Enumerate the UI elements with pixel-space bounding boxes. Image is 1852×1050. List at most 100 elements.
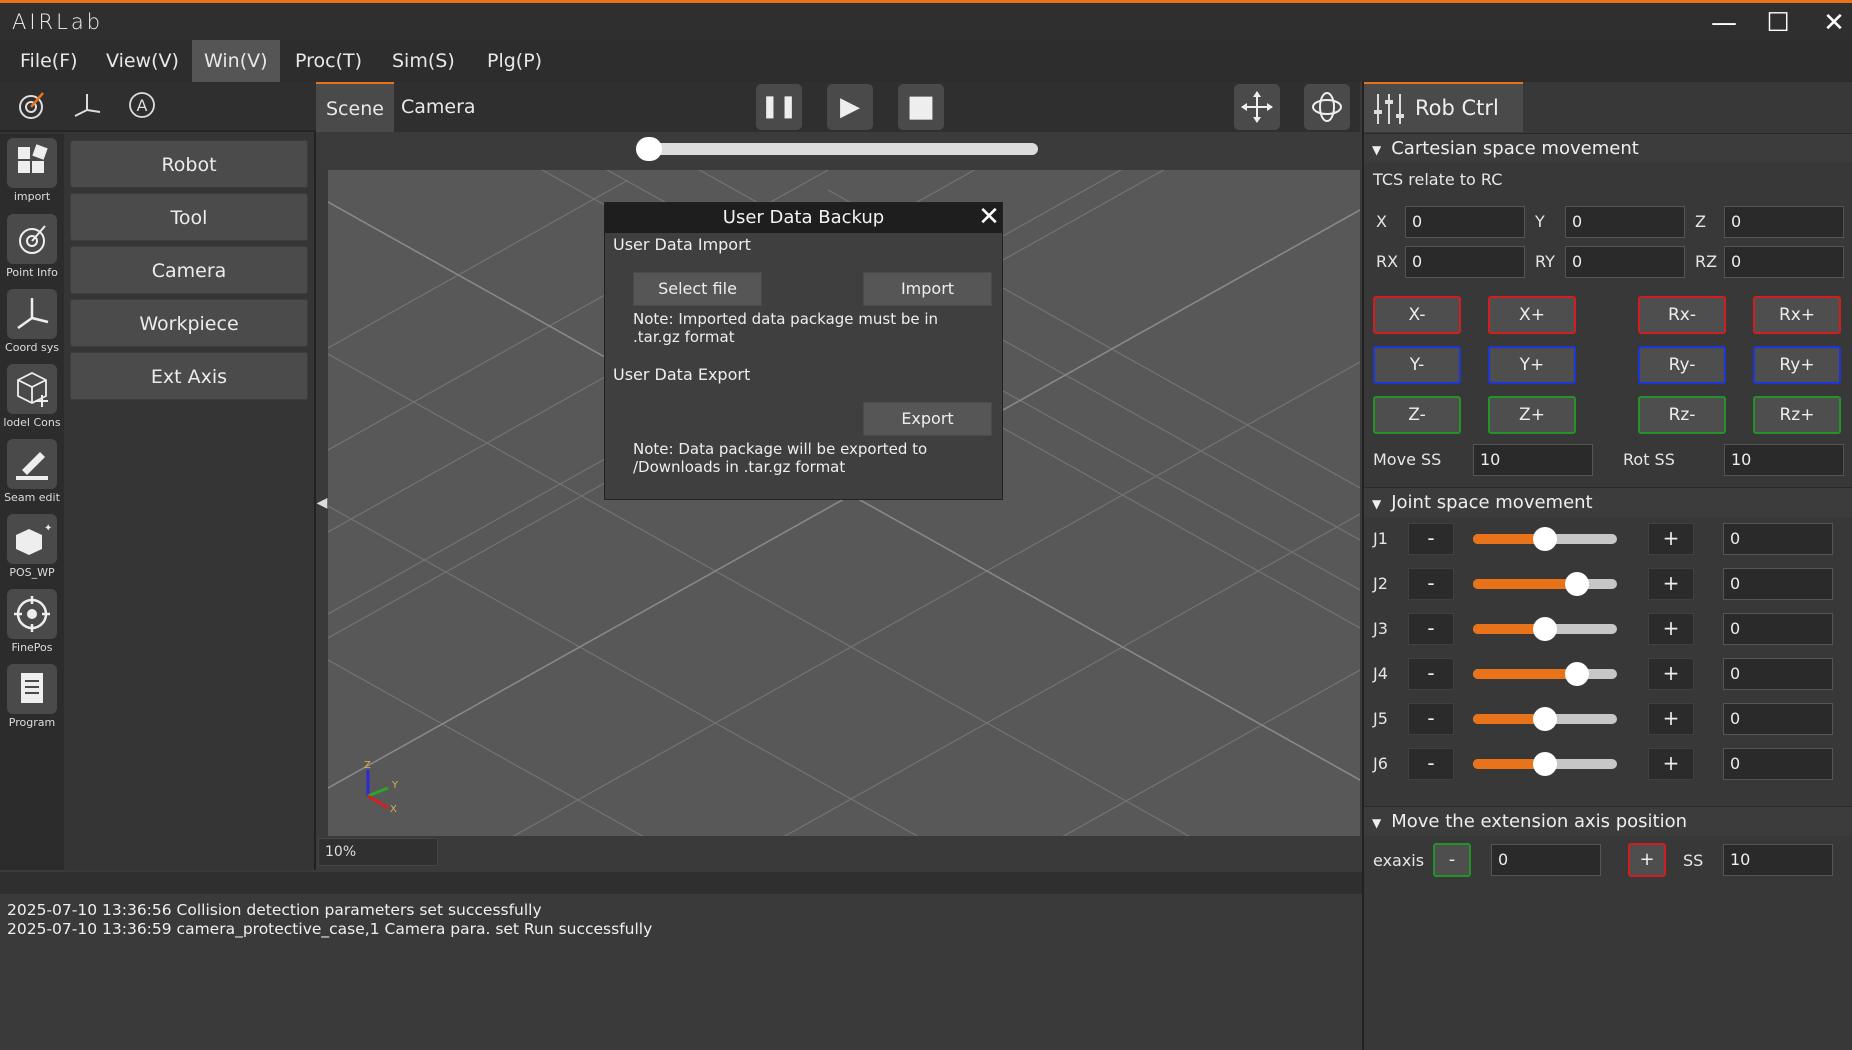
jog-ry-minus-button[interactable]: Ry- [1638, 346, 1726, 384]
jog-rx-plus-button[interactable]: Rx+ [1753, 296, 1841, 334]
jog-ry-plus-button[interactable]: Ry+ [1753, 346, 1841, 384]
menu-plg[interactable]: Plg(P) [475, 40, 554, 82]
coord-x-input[interactable]: 0 [1405, 206, 1525, 238]
coord-y-input[interactable]: 0 [1565, 206, 1685, 238]
sidebar-item-seam-edit[interactable]: Seam edit [0, 435, 64, 509]
stop-button[interactable]: ■ [898, 84, 944, 130]
jog-y-plus-button[interactable]: Y+ [1488, 346, 1576, 384]
pause-button[interactable]: ❚❚ [756, 84, 802, 130]
exaxis-minus-button[interactable]: - [1433, 843, 1471, 877]
joint-value-input[interactable]: 0 [1723, 703, 1833, 735]
category-robot-button[interactable]: Robot [70, 140, 308, 188]
joint-minus-button[interactable]: - [1408, 568, 1454, 600]
joint-slider[interactable] [1473, 527, 1617, 551]
menu-sim[interactable]: Sim(S) [380, 40, 467, 82]
auto-mode-icon[interactable]: A [122, 88, 162, 128]
jog-rz-plus-button[interactable]: Rz+ [1753, 396, 1841, 434]
rotate-view-button[interactable] [1304, 84, 1350, 130]
joint-value-input[interactable]: 0 [1723, 748, 1833, 780]
sidebar-label: FinePos [11, 641, 53, 654]
joint-value-input[interactable]: 0 [1723, 613, 1833, 645]
coord-rz-input[interactable]: 0 [1724, 246, 1844, 278]
sidebar-item-import[interactable]: import [0, 134, 64, 208]
target-tool-icon[interactable] [11, 88, 51, 128]
category-camera-button[interactable]: Camera [70, 246, 308, 294]
exaxis-input[interactable]: 0 [1491, 844, 1601, 876]
joint-minus-button[interactable]: - [1408, 613, 1454, 645]
joint-plus-button[interactable]: + [1648, 613, 1694, 645]
jog-z-minus-button[interactable]: Z- [1373, 396, 1461, 434]
sidebar-item-program[interactable]: Program [0, 660, 64, 734]
play-button[interactable]: ▶ [827, 84, 873, 130]
coord-rx-input[interactable]: 0 [1405, 246, 1525, 278]
sidebar-item-point-info[interactable]: Point Info [0, 210, 64, 284]
dialog-close-icon[interactable]: ✕ [975, 203, 1003, 233]
joint-minus-button[interactable]: - [1408, 748, 1454, 780]
category-workpiece-button[interactable]: Workpiece [70, 299, 308, 347]
joint-plus-button[interactable]: + [1648, 523, 1694, 555]
joint-plus-button[interactable]: + [1648, 568, 1694, 600]
move-ss-input[interactable]: 10 [1473, 444, 1593, 476]
jog-rz-minus-button[interactable]: Rz- [1638, 396, 1726, 434]
jog-x-minus-button[interactable]: X- [1373, 296, 1461, 334]
joint-value-input[interactable]: 0 [1723, 568, 1833, 600]
select-file-button[interactable]: Select file [633, 272, 762, 306]
tab-camera[interactable]: Camera [391, 82, 486, 132]
joint-slider-handle[interactable] [1533, 707, 1557, 731]
sidebar-item-coord-sys[interactable]: Coord sys [0, 285, 64, 359]
menu-win[interactable]: Win(V) [192, 40, 280, 82]
ext-axis-section-header[interactable]: ▼ Move the extension axis position [1364, 806, 1852, 836]
ss-input[interactable]: 10 [1723, 844, 1833, 876]
axes-tool-icon[interactable] [67, 88, 107, 128]
joint-slider[interactable] [1473, 752, 1617, 776]
joint-value-input[interactable]: 0 [1723, 523, 1833, 555]
joint-slider-handle[interactable] [1533, 617, 1557, 641]
joint-minus-button[interactable]: - [1408, 703, 1454, 735]
move-view-button[interactable] [1234, 84, 1280, 130]
zoom-level[interactable]: 10% [318, 838, 438, 866]
minimize-button[interactable]: — [1704, 7, 1744, 39]
category-tool-button[interactable]: Tool [70, 193, 308, 241]
joint-plus-button[interactable]: + [1648, 748, 1694, 780]
joint-slider[interactable] [1473, 662, 1617, 686]
tab-scene[interactable]: Scene [316, 82, 394, 132]
rot-ss-input[interactable]: 10 [1724, 444, 1844, 476]
close-window-button[interactable]: ✕ [1814, 7, 1852, 39]
menu-file[interactable]: File(F) [8, 40, 90, 82]
category-ext-axis-button[interactable]: Ext Axis [70, 352, 308, 400]
export-button[interactable]: Export [863, 402, 992, 436]
joint-minus-button[interactable]: - [1408, 523, 1454, 555]
menu-view[interactable]: View(V) [94, 40, 191, 82]
joint-slider-handle[interactable] [1533, 752, 1557, 776]
sidebar-item-model-cons[interactable]: lodel Cons [0, 360, 64, 434]
coord-z-input[interactable]: 0 [1724, 206, 1844, 238]
joint-slider[interactable] [1473, 572, 1617, 596]
joint-slider-handle[interactable] [1564, 572, 1589, 596]
cartesian-section-header[interactable]: ▼ Cartesian space movement [1364, 133, 1852, 163]
jog-y-minus-button[interactable]: Y- [1373, 346, 1461, 384]
joint-plus-button[interactable]: + [1648, 703, 1694, 735]
joint-value-input[interactable]: 0 [1723, 658, 1833, 690]
import-button[interactable]: Import [863, 272, 992, 306]
joint-slider[interactable] [1473, 707, 1617, 731]
jog-z-plus-button[interactable]: Z+ [1488, 396, 1576, 434]
coord-ry-input[interactable]: 0 [1565, 246, 1685, 278]
jog-x-plus-button[interactable]: X+ [1488, 296, 1576, 334]
joint-slider[interactable] [1473, 617, 1617, 641]
sidebar-item-finepos[interactable]: FinePos [0, 585, 64, 659]
joint-plus-button[interactable]: + [1648, 658, 1694, 690]
sidebar-item-pos-wp[interactable]: ✦ POS_WP [0, 510, 64, 584]
jog-rx-minus-button[interactable]: Rx- [1638, 296, 1726, 334]
joint-section-header[interactable]: ▼ Joint space movement [1364, 487, 1852, 517]
timeline-slider-handle[interactable] [636, 137, 662, 161]
menu-proc[interactable]: Proc(T) [283, 40, 374, 82]
maximize-button[interactable]: ☐ [1758, 7, 1798, 39]
coord-rx-label: RX [1376, 252, 1399, 271]
joint-minus-button[interactable]: - [1408, 658, 1454, 690]
joint-slider-handle[interactable] [1564, 662, 1589, 686]
timeline-slider[interactable] [640, 143, 1038, 155]
exaxis-plus-button[interactable]: + [1628, 843, 1666, 877]
collapse-panel-icon[interactable]: ◀ [316, 488, 328, 518]
joint-slider-handle[interactable] [1533, 527, 1557, 551]
joint-label: J4 [1373, 664, 1388, 683]
